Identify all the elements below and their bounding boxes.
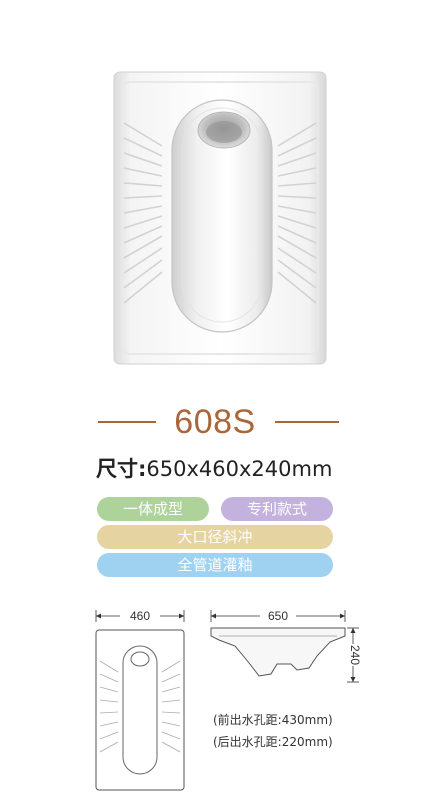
feature-badge-patent: 专利款式 xyxy=(221,497,333,521)
feature-badge-one-piece: 一体成型 xyxy=(97,497,209,521)
size-spec: 尺寸:650x460x240mm xyxy=(96,455,332,483)
title-divider-left xyxy=(98,421,156,423)
side-view-drawing: 650 240 xyxy=(210,608,362,683)
feature-badge-flush: 大口径斜冲 xyxy=(97,525,333,549)
side-view-length-label: 650 xyxy=(268,609,288,623)
feature-badge-glaze: 全管道灌釉 xyxy=(97,553,333,577)
size-label: 尺寸: xyxy=(96,457,147,481)
top-view-width-label: 460 xyxy=(130,609,150,623)
product-photo xyxy=(113,71,327,365)
top-view-drawing: 460 xyxy=(95,608,185,791)
side-view-height-label: 240 xyxy=(348,645,362,665)
outlet-distance-notes: (前出水孔距:430mm) (后出水孔距:220mm) xyxy=(213,709,333,753)
front-outlet-note: (前出水孔距:430mm) xyxy=(213,713,333,727)
model-title-row: 608S xyxy=(0,400,425,444)
rear-outlet-note: (后出水孔距:220mm) xyxy=(213,735,333,749)
title-divider-right xyxy=(275,421,339,423)
size-value: 650x460x240mm xyxy=(146,457,333,481)
model-title: 608S xyxy=(174,403,256,441)
